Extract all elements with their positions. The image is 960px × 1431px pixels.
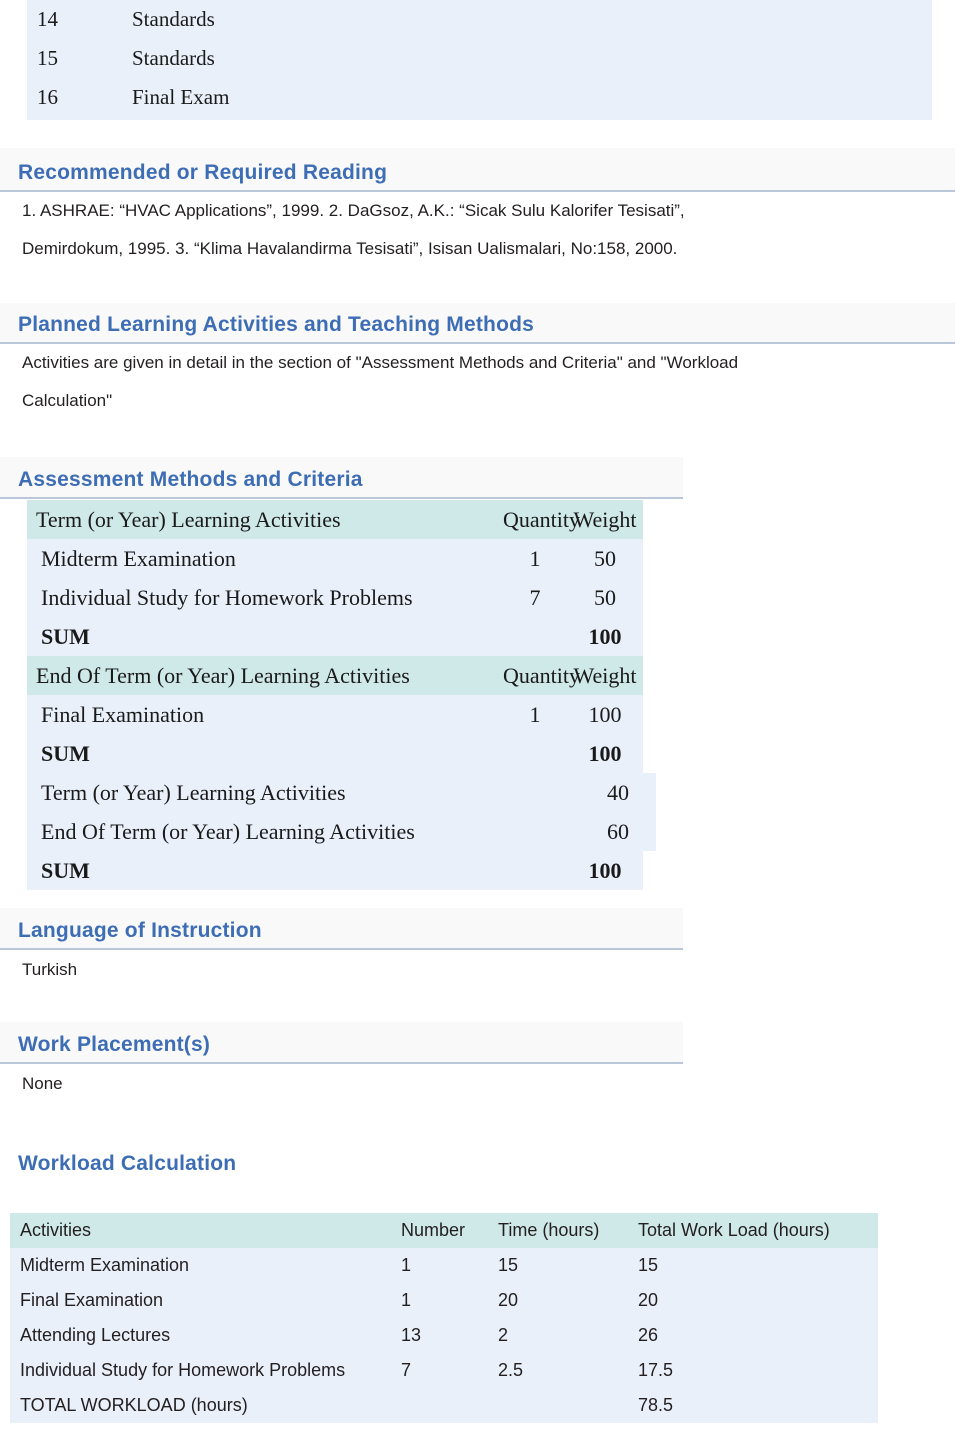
table-row: Final Examination 1 20 20 [10, 1283, 878, 1318]
section-header-workload: Workload Calculation [0, 1139, 955, 1181]
column-header-number: Number [401, 1220, 466, 1240]
reading-line-2: Demirdokum, 1995. 3. “Klima Havalandirma… [22, 239, 678, 258]
table-row-total: TOTAL WORKLOAD (hours) 78.5 [10, 1388, 878, 1423]
column-header-activities: End Of Term (or Year) Learning Activitie… [36, 662, 410, 688]
activity-name: Midterm Examination [41, 545, 236, 571]
column-header-activities: Term (or Year) Learning Activities [36, 506, 341, 532]
week-number: 15 [37, 46, 58, 70]
activity-name: End Of Term (or Year) Learning Activitie… [41, 818, 415, 844]
list-item: 14 Standards [27, 0, 932, 39]
week-number: 14 [37, 7, 58, 31]
activity-name: Term (or Year) Learning Activities [41, 779, 346, 805]
column-header-quantity: Quantity [503, 662, 580, 688]
activity-number: 13 [401, 1325, 422, 1345]
table-row: Individual Study for Homework Problems 7… [27, 578, 643, 617]
activity-quantity: 1 [529, 545, 541, 571]
list-item: 15 Standards [27, 39, 932, 78]
activity-number: 1 [401, 1255, 412, 1275]
planned-line-2: Calculation" [22, 391, 113, 410]
week-topic: Standards [132, 7, 215, 31]
section-header-assessment: Assessment Methods and Criteria [0, 457, 683, 499]
sum-label: SUM [41, 857, 90, 883]
table-row: Midterm Examination 1 15 15 [10, 1248, 878, 1283]
planned-body: Activities are given in detail in the se… [0, 344, 955, 424]
activity-time: 20 [498, 1290, 519, 1310]
activity-name: Final Examination [41, 701, 205, 727]
column-header-quantity: Quantity [503, 506, 580, 532]
section-title: Planned Learning Activities and Teaching… [18, 313, 535, 336]
total-workload: 78.5 [638, 1395, 674, 1415]
week-topic: Standards [132, 46, 215, 70]
activity-total: 20 [638, 1290, 659, 1310]
column-header-weight: Weight [573, 506, 637, 532]
table-row-sum: SUM 100 [27, 734, 643, 773]
table-row: Individual Study for Homework Problems 7… [10, 1353, 878, 1388]
activity-name: Midterm Examination [20, 1255, 190, 1275]
total-label: TOTAL WORKLOAD (hours) [20, 1395, 248, 1415]
table-header-workload: Activities Number Time (hours) Total Wor… [10, 1213, 878, 1248]
activity-weight: 40 [607, 779, 629, 805]
table-row: Final Examination 1 100 [27, 695, 643, 734]
section-title: Workload Calculation [18, 1152, 237, 1175]
table-row-sum: SUM 100 [27, 851, 643, 890]
work-placement-body: None [0, 1064, 683, 1136]
column-header-activities: Activities [20, 1220, 92, 1240]
work-placement-value: None [22, 1074, 63, 1093]
activity-total: 17.5 [638, 1360, 674, 1380]
section-title: Assessment Methods and Criteria [18, 468, 363, 491]
reading-body: 1. ASHRAE: “HVAC Applications”, 1999. 2.… [0, 192, 955, 275]
activity-name: Individual Study for Homework Problems [20, 1360, 346, 1380]
list-item: 16 Final Exam [27, 78, 932, 117]
sum-weight: 100 [588, 623, 622, 649]
table-header-end-of-term: End Of Term (or Year) Learning Activitie… [27, 656, 643, 695]
column-header-time: Time (hours) [498, 1220, 600, 1240]
table-row: Attending Lectures 13 2 26 [10, 1318, 878, 1353]
activity-number: 7 [401, 1360, 412, 1380]
activity-quantity: 7 [529, 584, 541, 610]
table-row: Midterm Examination 1 50 [27, 539, 643, 578]
section-header-language: Language of Instruction [0, 908, 683, 950]
table-header-term: Term (or Year) Learning Activities Quant… [27, 500, 643, 539]
activity-name: Final Examination [20, 1290, 164, 1310]
activity-name: Attending Lectures [20, 1325, 171, 1345]
activity-weight: 100 [588, 701, 622, 727]
activity-time: 2.5 [498, 1360, 524, 1380]
language-value: Turkish [22, 960, 78, 979]
section-title: Work Placement(s) [18, 1033, 211, 1056]
sum-weight: 100 [588, 857, 622, 883]
table-row-sum: SUM 100 [27, 617, 643, 656]
week-number: 16 [37, 85, 58, 109]
sum-weight: 100 [588, 740, 622, 766]
activity-time: 2 [498, 1325, 509, 1345]
section-title: Language of Instruction [18, 919, 262, 942]
activity-name: Individual Study for Homework Problems [41, 584, 413, 610]
section-header-work-placement: Work Placement(s) [0, 1022, 683, 1064]
planned-line-1: Activities are given in detail in the se… [22, 353, 739, 372]
reading-line-1: 1. ASHRAE: “HVAC Applications”, 1999. 2.… [22, 201, 685, 220]
week-topic: Final Exam [132, 85, 230, 109]
weekly-topics-list: 14 Standards 15 Standards 16 Final Exam [27, 0, 932, 120]
sum-label: SUM [41, 623, 90, 649]
activity-total: 26 [638, 1325, 659, 1345]
activity-weight: 60 [607, 818, 629, 844]
column-header-total: Total Work Load (hours) [638, 1220, 830, 1240]
table-row: Term (or Year) Learning Activities 40 [27, 773, 656, 812]
workload-table: Activities Number Time (hours) Total Wor… [10, 1213, 878, 1423]
activity-weight: 50 [594, 545, 616, 571]
section-title: Recommended or Required Reading [18, 161, 388, 184]
section-header-reading: Recommended or Required Reading [0, 148, 955, 192]
language-body: Turkish [0, 950, 683, 1020]
sum-label: SUM [41, 740, 90, 766]
activity-quantity: 1 [529, 701, 541, 727]
activity-time: 15 [498, 1255, 519, 1275]
activity-total: 15 [638, 1255, 659, 1275]
column-header-weight: Weight [573, 662, 637, 688]
assessment-table: Term (or Year) Learning Activities Quant… [27, 500, 656, 890]
section-header-planned: Planned Learning Activities and Teaching… [0, 303, 955, 344]
table-row: End Of Term (or Year) Learning Activitie… [27, 812, 656, 851]
activity-weight: 50 [594, 584, 616, 610]
document-page: 14 Standards 15 Standards 16 Final Exam … [0, 0, 960, 1431]
activity-number: 1 [401, 1290, 412, 1310]
